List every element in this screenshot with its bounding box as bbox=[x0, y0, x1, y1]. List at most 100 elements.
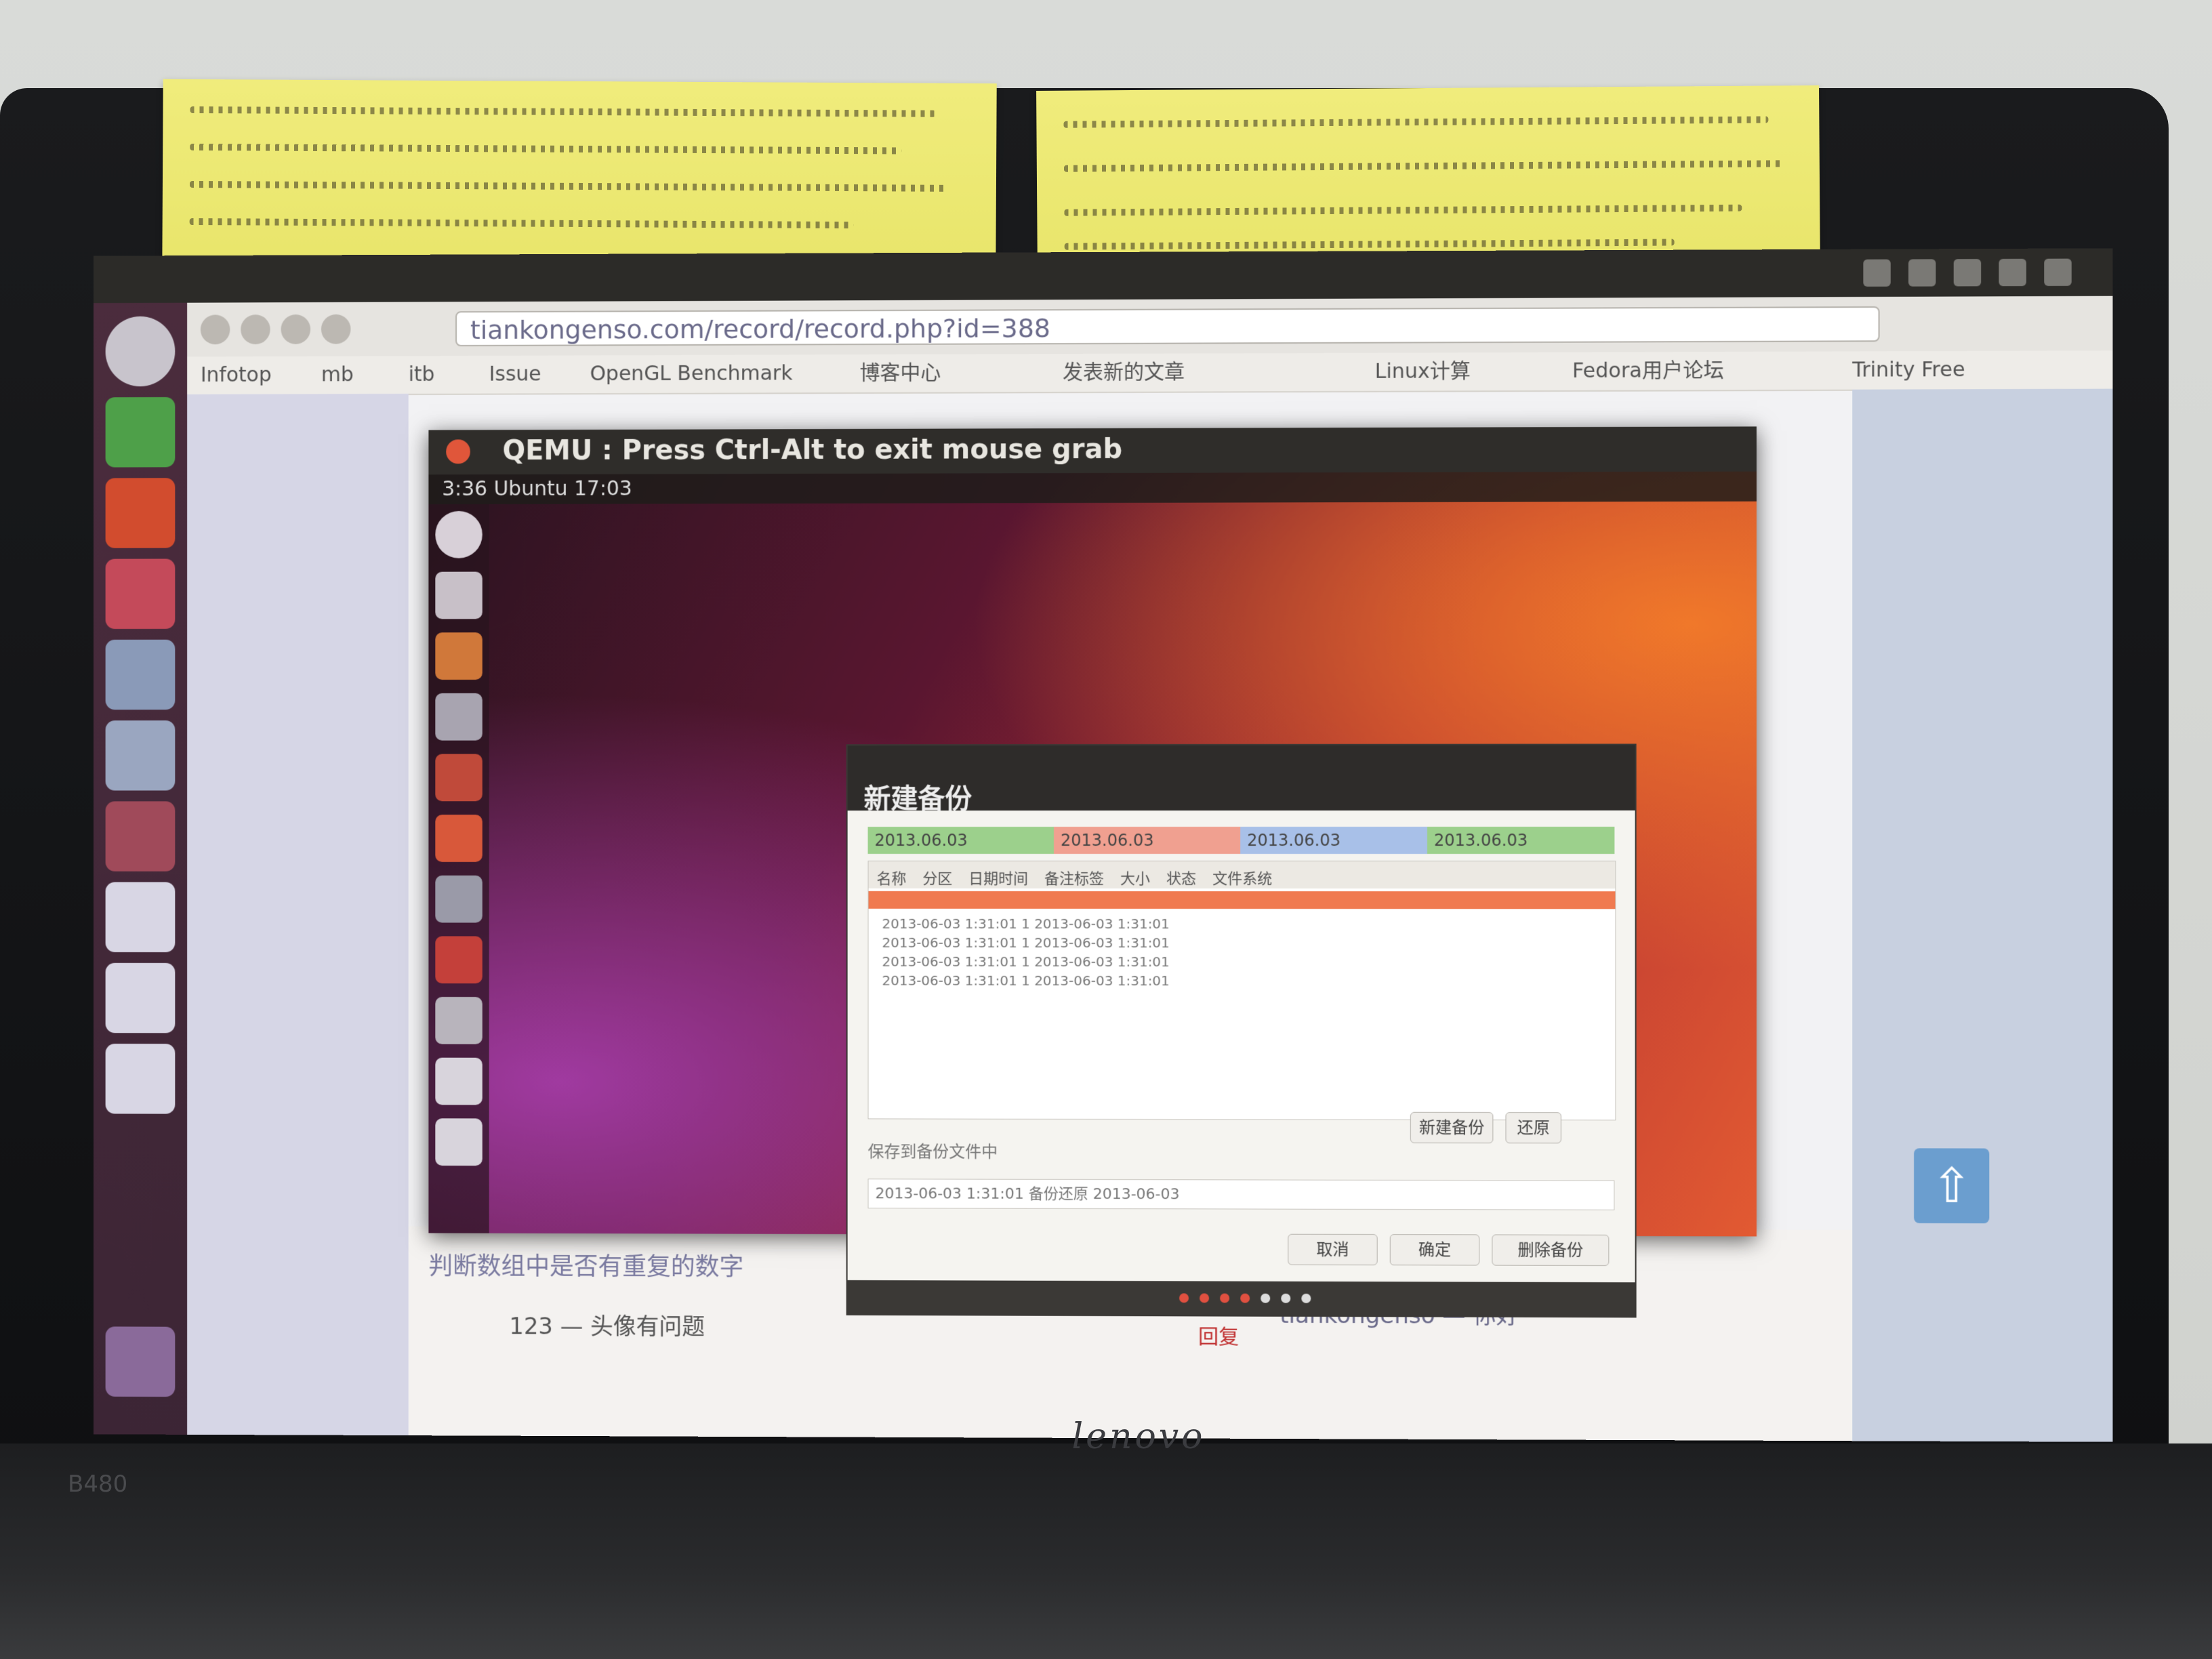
laptop-base bbox=[0, 1443, 2212, 1659]
sticky-note-left bbox=[162, 79, 997, 277]
column-header[interactable]: 文件系统 bbox=[1204, 861, 1280, 888]
bookmark-item[interactable]: 博客中心 bbox=[860, 360, 941, 387]
bookmark-item[interactable]: Linux计算 bbox=[1375, 358, 1471, 386]
launcher-app-icon[interactable] bbox=[105, 882, 176, 953]
bookmark-item[interactable]: mb bbox=[321, 361, 354, 388]
battery-icon[interactable] bbox=[1953, 259, 1982, 287]
bookmark-item[interactable]: OpenGL Benchmark bbox=[590, 360, 793, 388]
backup-dialog: 新建备份 2013.06.03 2013.06.03 2013.06.03 20… bbox=[846, 743, 1637, 1318]
url-bar[interactable]: tiankongenso.com/record/record.php?id=38… bbox=[455, 306, 1880, 347]
guest-app-icon[interactable] bbox=[435, 936, 483, 984]
bookmark-item[interactable]: Issue bbox=[489, 361, 541, 388]
settings-gear-icon[interactable] bbox=[2044, 258, 2072, 286]
volume-icon[interactable] bbox=[1999, 258, 2026, 287]
bookmark-item[interactable]: Trinity Free bbox=[1852, 356, 1965, 384]
guest-app-icon[interactable] bbox=[435, 1118, 483, 1166]
launcher-app-icon[interactable] bbox=[105, 962, 176, 1033]
network-icon[interactable] bbox=[1863, 259, 1891, 287]
bookmark-item[interactable]: Infotop bbox=[201, 362, 272, 389]
launcher-app-icon[interactable] bbox=[105, 639, 176, 710]
guest-top-panel: 3:36 Ubuntu 17:03 bbox=[428, 471, 1757, 505]
table-row[interactable]: 2013-06-03 1:31:01 1 2013-06-03 1:31:01 bbox=[882, 935, 1169, 951]
back-to-top-button[interactable]: ⇧ bbox=[1914, 1148, 1990, 1224]
firefox-icon[interactable] bbox=[435, 632, 483, 680]
column-header[interactable]: 状态 bbox=[1158, 861, 1204, 888]
new-backup-button[interactable]: 新建备份 bbox=[1410, 1111, 1494, 1144]
guest-app-icon[interactable] bbox=[435, 875, 483, 923]
page-right-column bbox=[1852, 388, 2113, 1442]
dialog-title: 新建备份 bbox=[863, 783, 972, 815]
backup-name-field[interactable]: 2013-06-03 1:31:01 备份还原 2013-06-03 bbox=[867, 1179, 1615, 1210]
table-row[interactable]: 2013-06-03 1:31:01 1 2013-06-03 1:31:01 bbox=[882, 954, 1169, 970]
restore-button[interactable]: 还原 bbox=[1505, 1112, 1561, 1144]
reply-link[interactable]: 回复 bbox=[1198, 1319, 1239, 1349]
dialog-tab[interactable]: 2013.06.03 bbox=[1427, 826, 1615, 855]
guest-app-icon[interactable] bbox=[435, 754, 483, 802]
column-header[interactable]: 大小 bbox=[1112, 861, 1158, 888]
progress-dot bbox=[1220, 1293, 1230, 1303]
dash-home-icon[interactable] bbox=[435, 510, 483, 558]
guest-app-icon[interactable] bbox=[435, 815, 483, 862]
launcher-app-icon[interactable] bbox=[105, 720, 176, 791]
guest-app-icon[interactable] bbox=[435, 693, 483, 741]
mail-icon[interactable] bbox=[1908, 259, 1936, 287]
system-tray bbox=[1863, 254, 2072, 291]
dialog-header: 新建备份 bbox=[847, 745, 1635, 815]
qemu-titlebar: QEMU : Press Ctrl-Alt to exit mouse grab bbox=[428, 426, 1757, 475]
ok-button[interactable]: 确定 bbox=[1389, 1234, 1480, 1266]
progress-dot bbox=[1261, 1293, 1271, 1303]
home-icon[interactable] bbox=[321, 314, 351, 344]
sticky-note-right bbox=[1036, 85, 1820, 276]
page-left-column bbox=[187, 393, 409, 1436]
column-header[interactable]: 分区 bbox=[914, 861, 960, 888]
qemu-title: QEMU : Press Ctrl-Alt to exit mouse grab bbox=[502, 433, 1123, 467]
progress-dot bbox=[1179, 1293, 1189, 1303]
laptop-screen: tiankongenso.com/record/record.php?id=38… bbox=[93, 248, 2113, 1442]
table-row[interactable]: 2013-06-03 1:31:01 1 2013-06-03 1:31:01 bbox=[882, 916, 1169, 932]
reload-icon[interactable] bbox=[281, 314, 311, 344]
unity-launcher bbox=[93, 302, 188, 1435]
dialog-tab[interactable]: 2013.06.03 bbox=[1054, 826, 1241, 855]
column-header[interactable]: 日期时间 bbox=[960, 861, 1036, 888]
dialog-status: 保存到备份文件中 bbox=[867, 1142, 998, 1162]
close-icon[interactable] bbox=[446, 439, 470, 464]
dialog-footer bbox=[847, 1279, 1635, 1317]
dash-home-icon[interactable] bbox=[105, 316, 176, 387]
forward-icon[interactable] bbox=[241, 314, 270, 345]
progress-dot bbox=[1200, 1293, 1210, 1303]
browser-toolbar: tiankongenso.com/record/record.php?id=38… bbox=[187, 295, 2113, 359]
bookmark-item[interactable]: 发表新的文章 bbox=[1063, 359, 1185, 387]
table-header: 名称 分区 日期时间 备注标签 大小 状态 文件系统 bbox=[868, 861, 1616, 889]
guest-app-icon[interactable] bbox=[435, 997, 483, 1044]
backup-table: 名称 分区 日期时间 备注标签 大小 状态 文件系统 2013-06-03 1:… bbox=[867, 860, 1616, 1121]
table-row[interactable]: 2013-06-03 1:31:01 1 2013-06-03 1:31:01 bbox=[882, 972, 1169, 989]
launcher-app-icon[interactable] bbox=[105, 558, 176, 630]
table-row-selected[interactable] bbox=[868, 890, 1616, 909]
progress-dot bbox=[1281, 1293, 1291, 1303]
dialog-tab[interactable]: 2013.06.03 bbox=[867, 827, 1054, 854]
column-header[interactable]: 备注标签 bbox=[1036, 861, 1112, 888]
bookmark-item[interactable]: itb bbox=[409, 361, 435, 388]
launcher-app-icon[interactable] bbox=[105, 396, 176, 468]
delete-backup-button[interactable]: 删除备份 bbox=[1492, 1234, 1610, 1267]
brand-logo: lenovo bbox=[1071, 1416, 1206, 1457]
progress-dot bbox=[1301, 1293, 1311, 1303]
guest-desktop: 3:36 Ubuntu 17:03 新建备份 2013.06.03 2013.0… bbox=[428, 471, 1757, 1318]
system-top-panel bbox=[93, 248, 2113, 304]
guest-app-icon[interactable] bbox=[435, 1057, 483, 1105]
guest-app-icon[interactable] bbox=[435, 571, 483, 619]
guest-launcher bbox=[428, 504, 489, 1233]
launcher-app-icon[interactable] bbox=[105, 801, 176, 872]
trash-icon[interactable] bbox=[105, 1326, 176, 1397]
progress-dot bbox=[1240, 1293, 1250, 1303]
cancel-button[interactable]: 取消 bbox=[1288, 1233, 1378, 1266]
bookmark-item[interactable]: Fedora用户论坛 bbox=[1572, 357, 1724, 385]
dialog-tab[interactable]: 2013.06.03 bbox=[1240, 826, 1427, 855]
chrome-icon[interactable] bbox=[105, 478, 176, 548]
guest-clock: 3:36 Ubuntu 17:03 bbox=[442, 476, 632, 501]
back-icon[interactable] bbox=[200, 314, 230, 345]
comment-text: 判断数组中是否有重复的数字 bbox=[428, 1252, 744, 1282]
comment-reply: 123 — 头像有问题 bbox=[509, 1313, 705, 1341]
launcher-app-icon[interactable] bbox=[105, 1044, 176, 1114]
column-header[interactable]: 名称 bbox=[869, 861, 915, 888]
